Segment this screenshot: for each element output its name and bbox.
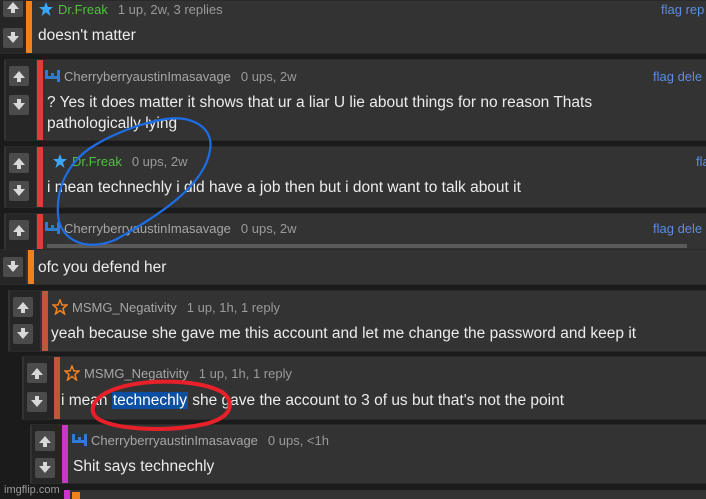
comment-6: MSMG_Negativity 1 up, 1h, 1 reply yeah b…: [8, 290, 706, 352]
upvote-button[interactable]: [9, 66, 29, 86]
username-link[interactable]: Dr.Freak: [72, 154, 122, 169]
star-icon: [64, 365, 80, 381]
upvote-button[interactable]: [13, 297, 33, 317]
comment-actions[interactable]: fla: [696, 154, 706, 169]
username-link[interactable]: MSMG_Negativity: [72, 300, 177, 315]
pixel-bird-icon: [44, 68, 60, 84]
watermark: imgflip.com: [4, 484, 60, 496]
comment-meta: CherryberryaustinImasavage 0 ups, 2w: [44, 220, 297, 236]
comment-7: MSMG_Negativity 1 up, 1h, 1 reply i mean…: [22, 356, 706, 420]
username-link[interactable]: CherryberryaustinImasavage: [64, 221, 231, 236]
pixel-bird-icon: [44, 220, 60, 236]
downvote-button[interactable]: [27, 392, 47, 412]
comment-3: Dr.Freak 0 ups, 2w fla i mean technechly…: [4, 146, 706, 208]
comment-meta: CherryberryaustinImasavage 0 ups, 2w: [44, 68, 297, 84]
downvote-button[interactable]: [3, 257, 23, 277]
comment-actions[interactable]: flag dele: [653, 69, 702, 84]
upvote-button[interactable]: [27, 363, 47, 383]
comment-bar: [62, 425, 68, 483]
comment-meta: MSMG_Negativity 1 up, 1h, 1 reply: [52, 299, 280, 315]
star-icon: [38, 1, 54, 17]
comment-bar: [37, 147, 43, 207]
comment-meta: MSMG_Negativity 1 up, 1h, 1 reply: [64, 365, 292, 381]
username-link[interactable]: CherryberryaustinImasavage: [64, 69, 231, 84]
username-link[interactable]: Dr.Freak: [58, 2, 108, 17]
vote-column: [6, 214, 36, 254]
vote-column: [32, 425, 62, 483]
comment-meta: CherryberryaustinImasavage 0 ups, <1h: [71, 432, 329, 448]
next-comment-sliver: [64, 490, 706, 499]
vote-column: [6, 60, 36, 140]
comment-text: Shit says technechly: [73, 458, 215, 475]
comment-text-post: she gave the account to 3 of us but that…: [187, 392, 565, 409]
comment-text: yeah because she gave me this account an…: [51, 325, 637, 342]
vote-column: [6, 147, 36, 207]
downvote-button[interactable]: [9, 181, 29, 201]
username-link[interactable]: CherryberryaustinImasavage: [91, 433, 258, 448]
comment-bar: [42, 291, 48, 351]
comment-text: ofc you defend her: [38, 259, 167, 276]
vote-column: [24, 357, 54, 419]
comment-bar: [26, 1, 32, 53]
comment-stats: 1 up, 2w, 3 replies: [117, 1, 223, 17]
username-link[interactable]: MSMG_Negativity: [84, 366, 189, 381]
comment-bar: [37, 214, 43, 254]
highlighted-word: technechly: [111, 392, 188, 409]
comment-text: i mean technechly i did have a job then …: [47, 179, 521, 196]
comment-stats: 0 ups, 2w: [131, 153, 188, 169]
vote-column: [0, 1, 26, 53]
comment-meta: Dr.Freak 1 up, 2w, 3 replies: [38, 1, 223, 17]
comment-text-line1: ? Yes it does matter it shows that ur a …: [47, 94, 593, 111]
comment-5: ofc you defend her: [0, 249, 706, 285]
downvote-button[interactable]: [9, 95, 29, 115]
comment-bar: [64, 490, 70, 499]
upvote-button[interactable]: [35, 431, 55, 451]
comment-stats: 0 ups, <1h: [267, 432, 329, 448]
cut-off-text-strip: [47, 244, 687, 248]
comment-1: Dr.Freak 1 up, 2w, 3 replies flag rep do…: [0, 0, 706, 54]
upvote-button[interactable]: [9, 153, 29, 173]
comment-actions[interactable]: flag dele: [653, 221, 702, 236]
comment-bar: [54, 357, 60, 419]
comment-actions[interactable]: flag rep: [661, 2, 704, 17]
comment-stats: 0 ups, 2w: [240, 68, 297, 84]
upvote-button[interactable]: [9, 220, 29, 240]
comment-8: CherryberryaustinImasavage 0 ups, <1h Sh…: [30, 424, 706, 484]
comment-text: i mean technechly she gave the account t…: [61, 390, 564, 411]
downvote-button[interactable]: [3, 28, 23, 48]
comment-text: doesn't matter: [38, 27, 136, 44]
comment-meta: Dr.Freak 0 ups, 2w: [52, 153, 188, 169]
star-icon: [52, 299, 68, 315]
comment-text-line2: pathologically lying: [47, 115, 178, 132]
downvote-button[interactable]: [13, 324, 33, 344]
comment-stats: 1 up, 1h, 1 reply: [198, 365, 292, 381]
vote-column: [10, 291, 40, 351]
pixel-bird-icon: [71, 432, 87, 448]
comment-stats: 0 ups, 2w: [240, 220, 297, 236]
comment-text-pre: i mean: [61, 392, 112, 409]
downvote-button[interactable]: [35, 458, 55, 478]
comment-stats: 1 up, 1h, 1 reply: [186, 299, 280, 315]
comment-bar: [37, 60, 43, 140]
comment-bar: [28, 250, 34, 284]
orange-square-icon: [72, 492, 80, 499]
comment-2: CherryberryaustinImasavage 0 ups, 2w fla…: [4, 59, 706, 141]
vote-column: [0, 250, 26, 284]
star-icon: [52, 153, 68, 169]
upvote-button[interactable]: [3, 1, 23, 17]
